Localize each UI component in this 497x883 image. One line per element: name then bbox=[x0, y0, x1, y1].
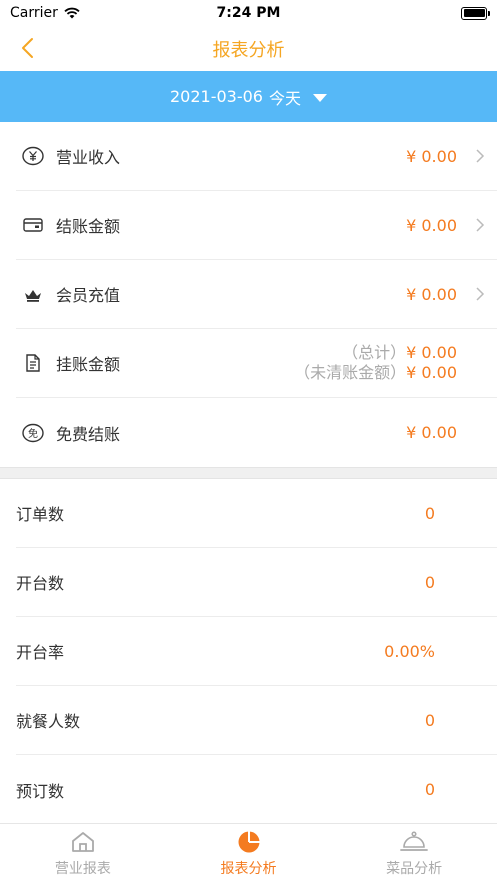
home-icon bbox=[71, 831, 94, 852]
row-label: 免费结账 bbox=[56, 424, 121, 444]
chevron-right-icon bbox=[476, 218, 485, 232]
status-left: Carrier bbox=[10, 5, 80, 21]
crown-icon bbox=[22, 283, 44, 305]
stat-row-orders: 订单数 0 bbox=[16, 479, 497, 548]
tab-bar: 营业报表 报表分析 菜品分析 bbox=[0, 823, 497, 883]
stat-label: 就餐人数 bbox=[16, 712, 81, 731]
row-free-checkout: 免 免费结账 ¥ 0.00 bbox=[16, 398, 497, 467]
tab-business-report[interactable]: 营业报表 bbox=[0, 824, 166, 883]
cloche-icon bbox=[400, 830, 429, 851]
status-time: 7:24 PM bbox=[216, 5, 281, 21]
date-value: 2021-03-06 bbox=[170, 87, 263, 106]
card-icon bbox=[22, 214, 44, 236]
stat-value: 0 bbox=[424, 780, 435, 799]
money-summary-list: 营业收入 ¥ 0.00 结账金额 ¥ 0.00 会员充值 ¥ 0.00 挂账金额… bbox=[0, 122, 497, 467]
stat-row-reservations: 预订数 0 bbox=[16, 755, 497, 824]
tab-label: 营业报表 bbox=[54, 860, 111, 877]
stat-row-diners: 就餐人数 0 bbox=[16, 686, 497, 755]
row-member-recharge[interactable]: 会员充值 ¥ 0.00 bbox=[16, 260, 497, 329]
carrier-label: Carrier bbox=[10, 5, 58, 21]
caret-down-icon bbox=[313, 93, 327, 102]
wifi-icon bbox=[64, 7, 80, 19]
row-label: 营业收入 bbox=[56, 148, 121, 167]
chevron-right-icon bbox=[476, 287, 485, 301]
tab-dish-analysis[interactable]: 菜品分析 bbox=[331, 824, 497, 883]
stat-row-tables-opened: 开台数 0 bbox=[16, 548, 497, 617]
tab-label: 菜品分析 bbox=[386, 860, 443, 877]
chevron-left-icon bbox=[22, 38, 33, 58]
stat-value: 0.00% bbox=[384, 641, 435, 661]
stat-value: 0 bbox=[424, 503, 435, 523]
tab-report-analysis[interactable]: 报表分析 bbox=[166, 824, 332, 883]
row-label: 挂账金额 bbox=[56, 355, 121, 374]
back-button[interactable] bbox=[14, 34, 40, 62]
pie-chart-icon bbox=[238, 831, 259, 852]
date-selector[interactable]: 2021-03-06 今天 bbox=[0, 71, 497, 122]
stat-list: 订单数 0 开台数 0 开台率 0.00% 就餐人数 0 预订数 0 bbox=[0, 479, 497, 824]
total-label: （总计） bbox=[342, 343, 407, 362]
nav-bar: 报表分析 bbox=[0, 26, 497, 71]
stat-label: 开台率 bbox=[16, 643, 65, 662]
row-label: 结账金额 bbox=[56, 217, 121, 236]
section-divider bbox=[0, 467, 497, 479]
stat-label: 订单数 bbox=[16, 505, 65, 524]
row-value: ¥ 0.00 bbox=[406, 423, 457, 442]
unsettled-value: ¥ 0.00 bbox=[406, 363, 457, 382]
yen-circle-icon bbox=[22, 145, 44, 167]
unsettled-label: （未清账金额） bbox=[294, 363, 407, 382]
page-title: 报表分析 bbox=[212, 39, 285, 61]
total-value: ¥ 0.00 bbox=[406, 343, 457, 362]
row-revenue[interactable]: 营业收入 ¥ 0.00 bbox=[16, 122, 497, 191]
stat-label: 开台数 bbox=[16, 574, 65, 593]
stat-label: 预订数 bbox=[16, 781, 65, 801]
chevron-right-icon bbox=[476, 149, 485, 163]
row-value: ¥ 0.00 bbox=[406, 215, 457, 235]
on-account-values: （总计）¥ 0.00 （未清账金额）¥ 0.00 bbox=[294, 343, 457, 383]
row-value: ¥ 0.00 bbox=[406, 146, 457, 166]
row-label: 会员充值 bbox=[56, 286, 121, 305]
document-icon bbox=[22, 352, 44, 374]
status-bar: Carrier 7:24 PM bbox=[0, 0, 497, 26]
stat-row-table-rate: 开台率 0.00% bbox=[16, 617, 497, 686]
svg-text:免: 免 bbox=[28, 427, 38, 440]
stat-value: 0 bbox=[424, 710, 435, 730]
free-circle-icon: 免 bbox=[22, 422, 44, 444]
battery-icon bbox=[461, 6, 490, 20]
tab-label: 报表分析 bbox=[220, 860, 277, 877]
row-on-account: 挂账金额 （总计）¥ 0.00 （未清账金额）¥ 0.00 bbox=[16, 329, 497, 398]
row-settlement[interactable]: 结账金额 ¥ 0.00 bbox=[16, 191, 497, 260]
date-suffix: 今天 bbox=[268, 88, 301, 108]
row-value: ¥ 0.00 bbox=[406, 284, 457, 304]
stat-value: 0 bbox=[424, 572, 435, 592]
